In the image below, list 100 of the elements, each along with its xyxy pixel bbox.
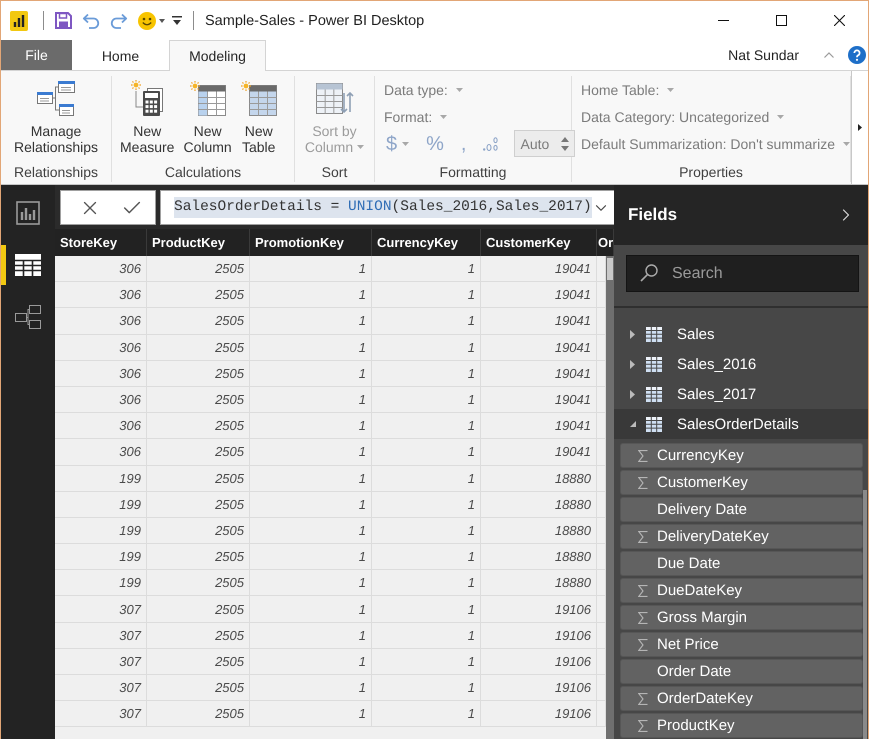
redo-icon[interactable] — [110, 12, 128, 28]
table-cell: 1 — [372, 492, 481, 518]
table-cell: 306 — [55, 334, 147, 361]
table-cell: 1 — [250, 282, 372, 308]
table-cell: 19041 — [481, 334, 597, 361]
table-cell: 2505 — [147, 622, 250, 649]
ribbon-tab[interactable]: Home — [72, 40, 169, 71]
table-cell: 1 — [372, 544, 481, 570]
ribbon-group-label: Sort — [322, 164, 348, 180]
table-cell: 307 — [55, 701, 147, 728]
table-cell: 2505 — [147, 544, 250, 570]
field-list-item[interactable]: OrderDateKey — [620, 686, 863, 711]
ribbon-tab[interactable]: Modeling — [169, 40, 266, 71]
calculator-icon — [131, 80, 164, 116]
grid-icon — [15, 254, 41, 276]
table-cell — [597, 282, 606, 308]
field-list-item[interactable]: DeliveryDateKey — [620, 524, 863, 549]
table-cell: 1 — [372, 675, 481, 702]
table-cell — [597, 334, 606, 361]
table-cell: 1 — [372, 256, 481, 282]
table-cell: 1 — [250, 413, 372, 440]
table-cell — [597, 518, 606, 544]
field-list-item[interactable]: Gross Margin — [620, 605, 863, 630]
ribbon-button[interactable]: New Table — [238, 76, 279, 155]
table-cell: 18880 — [481, 570, 597, 596]
table-cell: 199 — [55, 518, 147, 544]
table-cell: 2505 — [147, 701, 250, 728]
table-cell: 19041 — [481, 413, 597, 440]
table-cell: 1 — [250, 701, 372, 728]
field-list-item[interactable]: Net Price — [620, 632, 863, 657]
ribbon-button[interactable]: New Column — [181, 76, 234, 155]
table-sparkle-icon — [240, 80, 277, 116]
search-field[interactable]: Search — [626, 255, 859, 292]
save-icon[interactable] — [55, 12, 72, 29]
table-cell: 2505 — [147, 308, 250, 335]
table-sort-arrows-icon — [316, 81, 354, 115]
table-icon — [646, 416, 662, 432]
table-list-item[interactable]: Sales — [614, 319, 868, 349]
field-list-item[interactable]: CurrencyKey — [620, 443, 863, 468]
column-header[interactable]: Or — [597, 229, 614, 256]
field-list-item[interactable]: Delivery Date — [620, 497, 863, 522]
table-cell: 1 — [250, 570, 372, 596]
field-list-item[interactable]: Due Date — [620, 551, 863, 576]
scrollbar-thumb[interactable] — [863, 490, 867, 739]
ribbon-group-label: Properties — [679, 164, 743, 180]
table-list-item[interactable]: Sales_2017 — [614, 379, 868, 409]
formula-text: SalesOrderDetails = UNION(Sales_2016,Sales_2017) — [174, 197, 592, 218]
field-list-item[interactable]: CustomerKey — [620, 470, 863, 495]
chevron-up-icon[interactable] — [824, 52, 834, 58]
column-header[interactable]: ProductKey — [147, 229, 250, 256]
table-cell: 19106 — [481, 701, 597, 728]
window-title: Sample-Sales - Power BI Desktop — [205, 12, 424, 28]
table-cell: 199 — [55, 570, 147, 596]
field-list-item[interactable]: Order Date — [620, 659, 863, 684]
table-cell: 2505 — [147, 439, 250, 466]
vertical-scrollbar[interactable] — [606, 256, 614, 739]
ribbon-button[interactable]: New Measure — [118, 76, 176, 155]
table-list-item[interactable]: Sales_2016 — [614, 349, 868, 379]
expanded-triangle-icon — [630, 421, 636, 427]
table-cell: 18880 — [481, 544, 597, 570]
table-cell: 1 — [372, 308, 481, 335]
ribbon-button[interactable]: Manage Relationships — [12, 76, 100, 155]
caret-icon[interactable] — [159, 18, 165, 22]
table-cell: 1 — [250, 596, 372, 623]
table-cell: 2505 — [147, 570, 250, 596]
column-header[interactable]: StoreKey — [55, 229, 147, 256]
table-list-item[interactable]: SalesOrderDetails — [614, 409, 868, 439]
maximize-icon — [776, 15, 786, 26]
help-icon[interactable] — [848, 46, 866, 64]
table-cell: 1 — [250, 386, 372, 414]
table-cell: 2505 — [147, 360, 250, 387]
table-cell: 1 — [372, 360, 481, 387]
table-icon — [646, 326, 662, 342]
table-cell: 307 — [55, 596, 147, 623]
table-cell: 19106 — [481, 648, 597, 675]
formula-field[interactable]: SalesOrderDetails = UNION(Sales_2016,Sales_2017) — [160, 190, 617, 225]
minimize-icon — [718, 20, 728, 21]
table-cell: 2505 — [147, 386, 250, 414]
table-cell — [597, 570, 606, 596]
sigma-icon — [638, 530, 648, 542]
bar-over-caret-icon[interactable] — [172, 16, 182, 25]
undo-icon[interactable] — [82, 12, 100, 28]
scrollbar-thumb[interactable] — [607, 258, 613, 280]
close-icon — [834, 15, 844, 26]
table-cell: 307 — [55, 648, 147, 675]
table-cell: 1 — [372, 413, 481, 440]
ribbon-group-label: Relationships — [14, 164, 98, 180]
smiley-icon[interactable] — [138, 12, 156, 30]
column-header[interactable]: PromotionKey — [250, 229, 372, 256]
table-cell: 1 — [250, 675, 372, 702]
file-tab[interactable]: File — [1, 40, 72, 70]
field-list-item[interactable]: DueDateKey — [620, 578, 863, 603]
table-cell: 2505 — [147, 492, 250, 518]
sigma-icon — [638, 612, 648, 624]
app-logo-icon — [10, 10, 28, 30]
field-list-item[interactable]: ProductKey — [620, 713, 863, 738]
column-header[interactable]: CurrencyKey — [372, 229, 481, 256]
column-header[interactable]: CustomerKey — [481, 229, 597, 256]
table-cell: 19041 — [481, 282, 597, 308]
table-cell: 306 — [55, 439, 147, 466]
